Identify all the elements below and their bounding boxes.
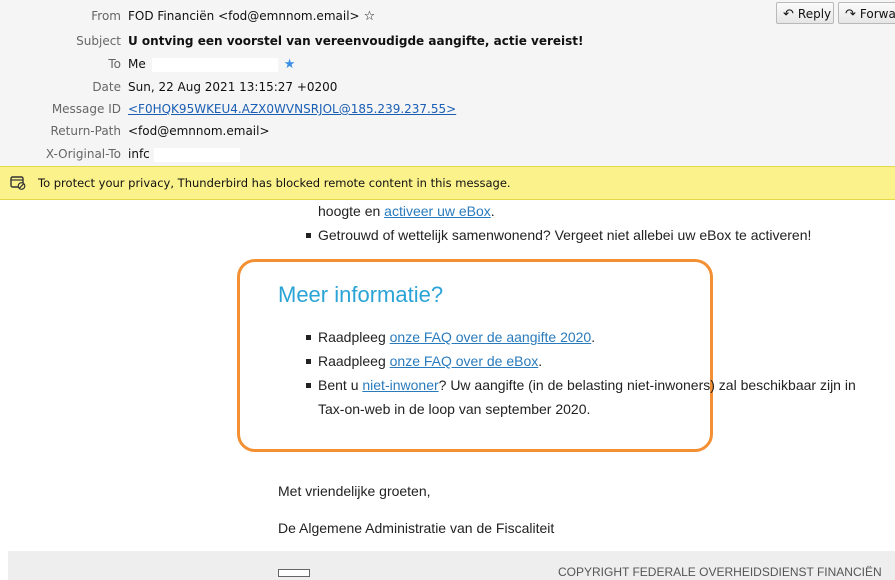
return-path-value: <fod@emnnom.email> [128, 124, 270, 138]
privacy-message: To protect your privacy, Thunderbird has… [38, 176, 511, 190]
x-original-to-value: infc [128, 147, 150, 161]
redaction-block [151, 57, 278, 72]
ebox-line: hoogte en activeer uw eBox. [318, 203, 495, 219]
date-row: Date Sun, 22 Aug 2021 13:15:27 +0200 [0, 77, 895, 97]
to-label: To [108, 57, 121, 71]
faq-ebox-link[interactable]: onze FAQ over de eBox [390, 353, 539, 369]
x-original-to-row: X-Original-To infc [0, 144, 895, 164]
reply-arrow-icon: ↶ [783, 7, 794, 22]
to-value[interactable]: Me ★ [128, 54, 295, 75]
from-label: From [91, 9, 121, 23]
copyright-text: COPYRIGHT FEDERALE OVERHEIDSDIENST FINAN… [558, 565, 882, 579]
forward-button[interactable]: ↷Forwar [838, 2, 895, 24]
more-info-heading: Meer informatie? [278, 282, 444, 307]
bullet-marker [306, 335, 311, 340]
non-resident-item: Bent u niet-inwoner? Uw aangifte (in de … [318, 377, 856, 393]
star-filled-icon[interactable]: ★ [284, 57, 296, 72]
activate-ebox-link[interactable]: activeer uw eBox [384, 203, 491, 219]
forward-arrow-icon: ↷ [845, 7, 856, 22]
date-value: Sun, 22 Aug 2021 13:15:27 +0200 [128, 80, 338, 94]
message-header: From FOD Financiën <fod@emnnom.email> ☆ S… [0, 0, 895, 166]
message-id-label: Message ID [51, 102, 121, 116]
remote-content-notification: To protect your privacy, Thunderbird has… [0, 166, 895, 200]
blocked-content-icon [10, 176, 26, 190]
message-id-row: Message ID <F0HQK95WKEU4.AZX0WVNSRJOL@18… [0, 99, 895, 119]
faq-aangifte-link[interactable]: onze FAQ over de aangifte 2020 [390, 329, 592, 345]
greeting-text: Met vriendelijke groeten, [278, 483, 431, 499]
footer-logo-box [278, 569, 310, 577]
message-id-link[interactable]: <F0HQK95WKEU4.AZX0WVNSRJOL@185.239.237.5… [128, 102, 456, 116]
subject-label: Subject [76, 34, 121, 48]
faq-ebox-item: Raadpleeg onze FAQ over de eBox. [318, 353, 543, 369]
from-row: From FOD Financiën <fod@emnnom.email> ☆ [0, 6, 895, 26]
non-resident-link[interactable]: niet-inwoner [362, 377, 438, 393]
star-icon[interactable]: ☆ [364, 9, 376, 24]
bullet-marker [306, 359, 311, 364]
married-bullet-text: Getrouwd of wettelijk samenwonend? Verge… [318, 227, 812, 243]
return-path-label: Return-Path [50, 124, 121, 138]
subject-row: Subject U ontving een voorstel van veree… [0, 31, 895, 51]
to-row: To Me ★ [0, 54, 895, 74]
bullet-marker [306, 383, 311, 388]
redaction-block [153, 147, 240, 162]
from-value[interactable]: FOD Financiën <fod@emnnom.email> ☆ [128, 6, 375, 27]
reply-button[interactable]: ↶ Reply [776, 2, 834, 24]
non-resident-item-line2: Tax-on-web in de loop van september 2020… [318, 401, 591, 417]
x-original-to-label: X-Original-To [45, 147, 121, 161]
signature-text: De Algemene Administratie van de Fiscali… [278, 520, 555, 536]
subject-value: U ontving een voorstel van vereenvoudigd… [128, 34, 584, 48]
date-label: Date [92, 80, 121, 94]
email-footer: COPYRIGHT FEDERALE OVERHEIDSDIENST FINAN… [8, 551, 895, 580]
return-path-row: Return-Path <fod@emnnom.email> [0, 121, 895, 141]
bullet-marker [306, 233, 311, 238]
faq-aangifte-item: Raadpleeg onze FAQ over de aangifte 2020… [318, 329, 596, 345]
